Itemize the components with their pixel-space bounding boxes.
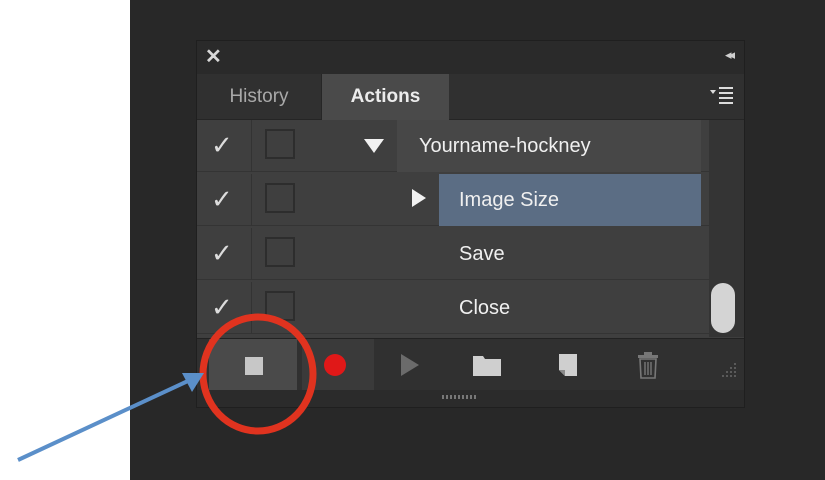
arrow-shaft: [17, 378, 191, 462]
annotation-overlay: [17, 313, 317, 462]
highlight-circle: [199, 313, 317, 435]
